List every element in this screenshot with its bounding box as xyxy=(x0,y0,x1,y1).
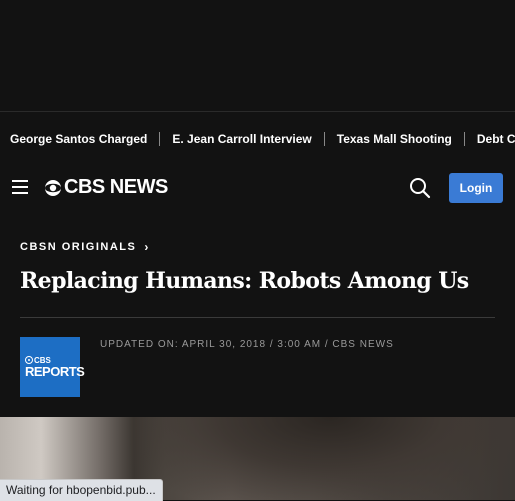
section-link-cbsn-originals[interactable]: CBSN ORIGINALS › xyxy=(20,240,148,254)
cbs-reports-logo[interactable]: CBS REPORTS xyxy=(20,337,85,397)
cbs-eye-icon xyxy=(45,179,61,196)
trending-topics-bar: George Santos Charged E. Jean Carroll In… xyxy=(0,111,515,167)
trending-link-george-santos[interactable]: George Santos Charged xyxy=(10,132,147,146)
trending-divider xyxy=(323,132,325,146)
section-label: CBSN ORIGINALS xyxy=(20,241,137,253)
hero-image-detail xyxy=(130,417,515,500)
trending-link-debt-ceiling[interactable]: Debt Cei xyxy=(477,132,515,146)
logo-text: CBS NEWS xyxy=(64,176,168,198)
trending-link-e-jean-carroll[interactable]: E. Jean Carroll Interview xyxy=(172,132,311,146)
chevron-right-icon: › xyxy=(144,240,149,254)
login-button[interactable]: Login xyxy=(449,173,503,203)
ad-placeholder xyxy=(0,0,515,111)
main-navbar: CBS NEWS Login xyxy=(0,166,515,210)
trending-divider xyxy=(159,132,161,146)
cbs-reports-logo-bottom: REPORTS xyxy=(25,363,85,379)
cbs-news-logo[interactable]: CBS NEWS xyxy=(44,176,168,199)
search-icon[interactable] xyxy=(409,177,431,199)
article-headline: Replacing Humans: Robots Among Us xyxy=(20,268,469,294)
trending-list: George Santos Charged E. Jean Carroll In… xyxy=(10,132,515,146)
updated-timestamp: UPDATED ON: APRIL 30, 2018 / 3:00 AM / C… xyxy=(100,339,394,350)
header-divider xyxy=(20,317,495,318)
trending-divider xyxy=(463,132,465,146)
browser-status-bar: Waiting for hbopenbid.pub... xyxy=(0,479,163,501)
cbs-eye-mini-icon xyxy=(25,356,33,364)
trending-link-texas-mall[interactable]: Texas Mall Shooting xyxy=(337,132,452,146)
hamburger-menu-icon[interactable] xyxy=(12,180,28,194)
